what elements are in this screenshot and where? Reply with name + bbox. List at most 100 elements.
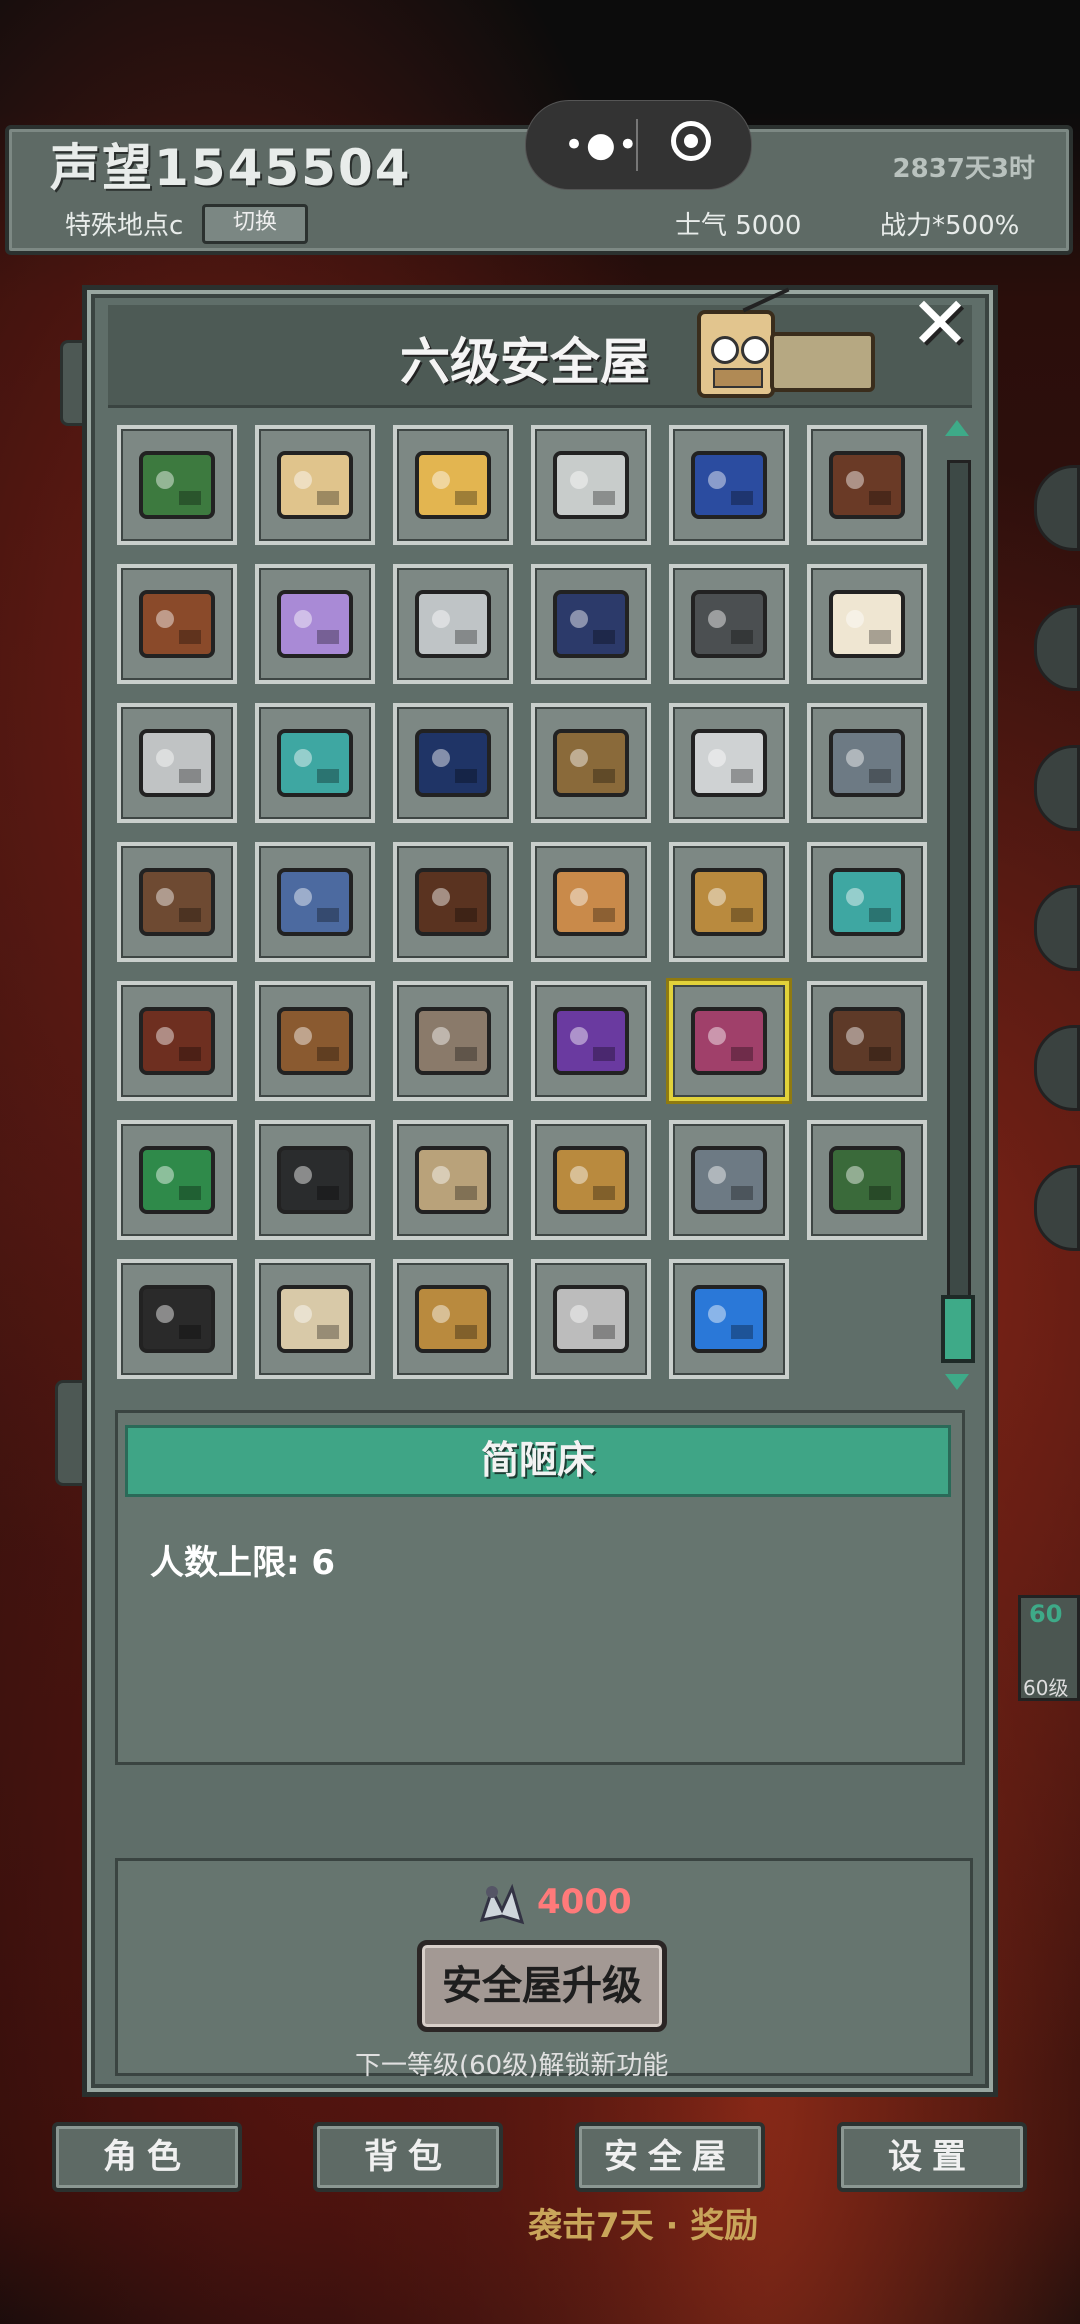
furniture-slot[interactable] [393, 842, 513, 962]
lab-bench-icon [829, 729, 905, 797]
statue-figure-icon [415, 729, 491, 797]
furniture-slot[interactable] [117, 1259, 237, 1379]
close-miniapp-icon[interactable] [671, 121, 711, 161]
furniture-slot[interactable] [807, 425, 927, 545]
close-button[interactable]: ✕ [905, 287, 975, 360]
nav-character-button[interactable]: 角色 [52, 2122, 242, 2192]
capsule-divider [636, 119, 638, 171]
furniture-slot[interactable] [393, 564, 513, 684]
more-icon[interactable]: •●• [564, 125, 640, 165]
capacity-text: 人数上限: 6 [150, 1543, 336, 1583]
furniture-slot[interactable] [669, 1259, 789, 1379]
furniture-slot[interactable] [807, 1120, 927, 1240]
furniture-slot[interactable] [255, 842, 375, 962]
combat-power-value: 战力*500% [880, 211, 1020, 241]
planter-bed-3-icon [415, 1285, 491, 1353]
spider-car-icon [553, 1285, 629, 1353]
furniture-slot[interactable] [393, 1120, 513, 1240]
tool-crate-icon [277, 1007, 353, 1075]
furniture-slot[interactable] [531, 842, 651, 962]
switch-button[interactable]: 切换 [202, 204, 308, 244]
toolbox-icon [139, 1285, 215, 1353]
billiard-table-icon [139, 451, 215, 519]
crate-with-items-icon [139, 590, 215, 658]
furniture-slot[interactable] [531, 564, 651, 684]
furniture-slot[interactable] [255, 703, 375, 823]
dining-table-icon [139, 868, 215, 936]
bed-icon [829, 590, 905, 658]
furniture-slot[interactable] [531, 981, 651, 1101]
nav-settings-button[interactable]: 设置 [837, 2122, 1027, 2192]
upgrade-button[interactable]: 安全屋升级 [417, 1940, 667, 2032]
morale-value: 士气 5000 [675, 211, 802, 241]
workbench-machine-icon [139, 729, 215, 797]
furniture-slot[interactable] [531, 1120, 651, 1240]
furniture-slot[interactable] [669, 981, 789, 1101]
sofa-cushion-icon [277, 590, 353, 658]
furniture-slot[interactable] [255, 1259, 375, 1379]
furniture-slot[interactable] [531, 425, 651, 545]
furniture-slot[interactable] [669, 842, 789, 962]
planter-bed-icon [691, 868, 767, 936]
gamepad-icon [277, 868, 353, 936]
purple-pet-desk-icon [553, 1007, 629, 1075]
furniture-slot[interactable] [117, 425, 237, 545]
jeep-icon [415, 1146, 491, 1214]
scrollbar-track[interactable] [947, 460, 971, 1360]
furniture-slot[interactable] [117, 564, 237, 684]
round-dining-table-icon [829, 1007, 905, 1075]
arcade-console-icon [553, 590, 629, 658]
upgrade-cost: 4000 [537, 1882, 632, 1922]
pond-icon [829, 1146, 905, 1214]
planter-bed-2-icon [553, 1146, 629, 1214]
material-icon [479, 1883, 525, 1925]
furniture-slot[interactable] [393, 981, 513, 1101]
round-table-icon [415, 590, 491, 658]
furniture-slot[interactable] [669, 1120, 789, 1240]
furniture-slot[interactable] [255, 425, 375, 545]
scroll-down-icon[interactable] [945, 1374, 969, 1390]
folding-table-icon [415, 451, 491, 519]
furniture-slot[interactable] [807, 564, 927, 684]
furniture-slot[interactable] [531, 1259, 651, 1379]
special-location-label: 特殊地点c [65, 211, 184, 241]
item-name: 简陋床 [125, 1425, 951, 1497]
furniture-slot[interactable] [255, 981, 375, 1101]
furniture-slot[interactable] [807, 703, 927, 823]
furniture-slot[interactable] [531, 703, 651, 823]
raid-countdown: 袭击7天 · 奖励 [528, 2206, 759, 2246]
pink-desk-icon [691, 1007, 767, 1075]
panel-title: 六级安全屋 [400, 333, 650, 391]
furniture-slot[interactable] [255, 1120, 375, 1240]
scroll-up-icon[interactable] [945, 420, 969, 436]
drawer-cabinet-icon [415, 868, 491, 936]
teleporter-icon [691, 1285, 767, 1353]
furniture-slot[interactable] [117, 1120, 237, 1240]
furniture-slot[interactable] [807, 981, 927, 1101]
scrollbar-thumb[interactable] [941, 1295, 975, 1363]
furniture-slot[interactable] [117, 703, 237, 823]
piano-icon [829, 451, 905, 519]
furniture-slot[interactable] [393, 425, 513, 545]
nav-backpack-button[interactable]: 背包 [313, 2122, 503, 2192]
lab-bench-2-icon [691, 1146, 767, 1214]
cooking-pot-icon [691, 729, 767, 797]
furniture-slot[interactable] [669, 703, 789, 823]
miniapp-capsule: •●• [525, 100, 752, 190]
wardrobe-icon [415, 1007, 491, 1075]
furniture-slot[interactable] [393, 703, 513, 823]
furniture-slot[interactable] [117, 842, 237, 962]
furniture-slot[interactable] [669, 425, 789, 545]
title-banner [770, 332, 875, 392]
nav-safehouse-button[interactable]: 安全屋 [575, 2122, 765, 2192]
shelf-icon [553, 729, 629, 797]
day-counter: 2837天3时 [892, 154, 1035, 184]
furniture-slot[interactable] [807, 842, 927, 962]
furniture-slot[interactable] [669, 564, 789, 684]
teal-desk-2-icon [829, 868, 905, 936]
side-level-badge[interactable]: 60 60级 [1018, 1595, 1080, 1701]
furniture-slot[interactable] [255, 564, 375, 684]
furniture-slot[interactable] [117, 981, 237, 1101]
furniture-slot[interactable] [393, 1259, 513, 1379]
teal-desk-icon [277, 729, 353, 797]
